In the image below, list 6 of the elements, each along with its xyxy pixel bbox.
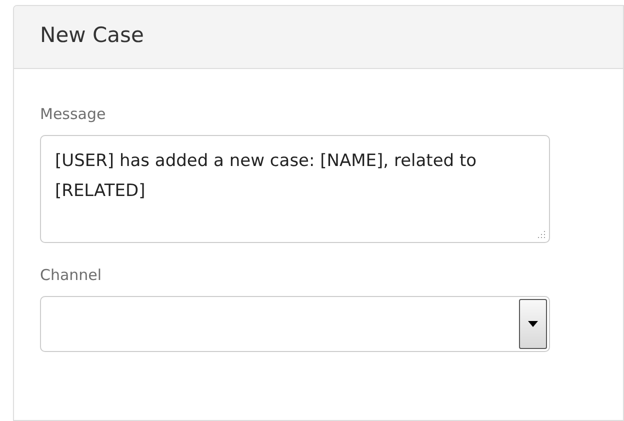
message-field[interactable]: [USER] has added a new case: [NAME], related to [RELATED] <box>40 135 550 243</box>
field-label: Message <box>40 105 106 123</box>
panel-title: New Case <box>40 23 144 47</box>
channel-select[interactable] <box>40 296 550 352</box>
field-label: Channel <box>40 266 102 284</box>
caret-icon <box>528 321 538 327</box>
